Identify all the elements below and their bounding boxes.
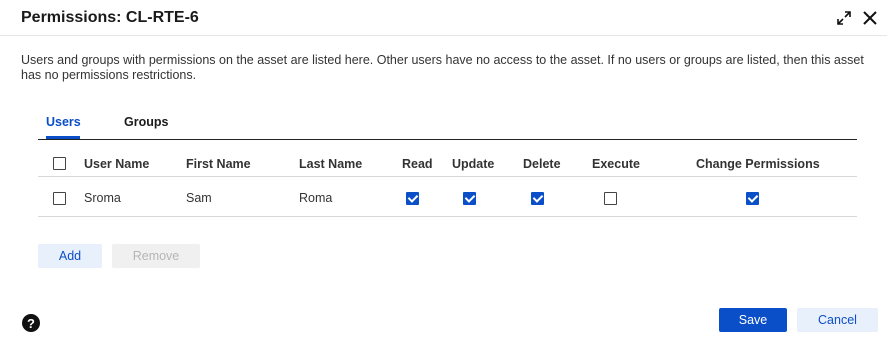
- tab-bar: Users Groups: [38, 115, 857, 140]
- read-checkbox[interactable]: [406, 192, 419, 205]
- column-header-read: Read: [402, 157, 433, 171]
- table-row[interactable]: Sroma Sam Roma: [38, 177, 857, 217]
- dialog-header: Permissions: CL-RTE-6: [0, 0, 887, 36]
- permissions-dialog: Permissions: CL-RTE-6 Users and groups w…: [0, 0, 887, 352]
- help-icon[interactable]: ?: [22, 314, 40, 332]
- column-header-update: Update: [452, 157, 495, 171]
- tab-groups[interactable]: Groups: [124, 115, 168, 129]
- active-tab-indicator: [46, 136, 80, 139]
- execute-checkbox[interactable]: [604, 192, 617, 205]
- column-header-execute: Execute: [592, 157, 640, 171]
- select-all-checkbox[interactable]: [53, 157, 66, 170]
- table-header-row: User Name First Name Last Name Read Upda…: [38, 150, 857, 177]
- column-header-user-name[interactable]: User Name: [84, 157, 149, 171]
- remove-button[interactable]: Remove: [112, 244, 200, 268]
- change-permissions-checkbox[interactable]: [746, 192, 759, 205]
- delete-checkbox[interactable]: [531, 192, 544, 205]
- update-checkbox[interactable]: [463, 192, 476, 205]
- dialog-description: Users and groups with permissions on the…: [21, 53, 864, 82]
- cancel-button[interactable]: Cancel: [797, 308, 878, 332]
- save-button[interactable]: Save: [719, 308, 787, 332]
- close-icon[interactable]: [861, 9, 879, 27]
- column-header-delete: Delete: [523, 157, 561, 171]
- add-button[interactable]: Add: [38, 244, 102, 268]
- cell-user-name: Sroma: [84, 191, 121, 205]
- column-header-last-name[interactable]: Last Name: [299, 157, 362, 171]
- column-header-change-permissions: Change Permissions: [696, 157, 820, 171]
- cell-last-name: Roma: [299, 191, 333, 205]
- expand-icon[interactable]: [835, 9, 853, 27]
- tab-users[interactable]: Users: [46, 115, 81, 129]
- cell-first-name: Sam: [186, 191, 212, 205]
- dialog-title: Permissions: CL-RTE-6: [21, 9, 199, 26]
- row-select-checkbox[interactable]: [53, 192, 66, 205]
- column-header-first-name[interactable]: First Name: [186, 157, 251, 171]
